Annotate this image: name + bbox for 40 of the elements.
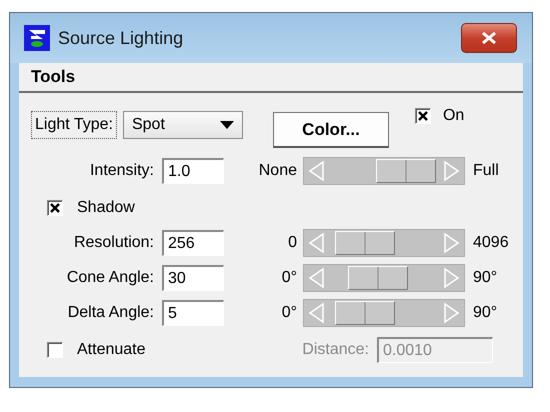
field-label: Cone Angle: xyxy=(66,269,155,287)
dropdown[interactable]: Spot xyxy=(122,111,243,139)
slider-thumb[interactable] xyxy=(376,159,436,183)
field-label: Distance: xyxy=(302,341,370,359)
slider-thumb[interactable] xyxy=(334,301,395,325)
max-label: 90° xyxy=(472,304,498,322)
slider-thumb[interactable] xyxy=(348,266,408,290)
checkbox[interactable] xyxy=(47,200,63,216)
color-button[interactable]: Color... xyxy=(272,112,389,148)
min-label: 0° xyxy=(280,269,298,287)
slider-thumb[interactable] xyxy=(334,231,395,255)
field-label: Resolution: xyxy=(72,234,155,252)
max-label: Full xyxy=(472,162,500,180)
slider[interactable] xyxy=(303,299,465,327)
input-field[interactable]: 30 xyxy=(162,265,224,291)
checkbox[interactable] xyxy=(414,108,431,124)
slider[interactable] xyxy=(303,229,465,257)
checkbox[interactable] xyxy=(47,342,63,358)
max-label: 4096 xyxy=(472,234,510,252)
checkbox-label: On xyxy=(442,107,464,125)
app-icon xyxy=(24,25,50,51)
field-label: Intensity: xyxy=(88,162,155,180)
min-label: None xyxy=(258,162,298,180)
field-label: Delta Angle: xyxy=(66,304,155,322)
caret-icon xyxy=(220,121,234,129)
input-field[interactable]: 1.0 xyxy=(162,158,224,184)
input-field[interactable]: 5 xyxy=(162,300,224,326)
slider[interactable] xyxy=(303,157,465,185)
field-label: Light Type: xyxy=(31,111,117,139)
slider[interactable] xyxy=(303,264,465,292)
window-title: Source Lighting xyxy=(58,28,184,48)
close-button[interactable] xyxy=(461,23,517,53)
input-field[interactable]: 256 xyxy=(162,230,224,256)
min-label: 0 xyxy=(287,234,298,252)
max-label: 90° xyxy=(472,269,498,287)
menu-item[interactable]: Tools xyxy=(31,67,76,87)
checkbox-label: Attenuate xyxy=(77,341,146,359)
min-label: 0° xyxy=(280,304,298,322)
close-icon xyxy=(480,31,498,45)
checkbox-label: Shadow xyxy=(77,199,135,217)
